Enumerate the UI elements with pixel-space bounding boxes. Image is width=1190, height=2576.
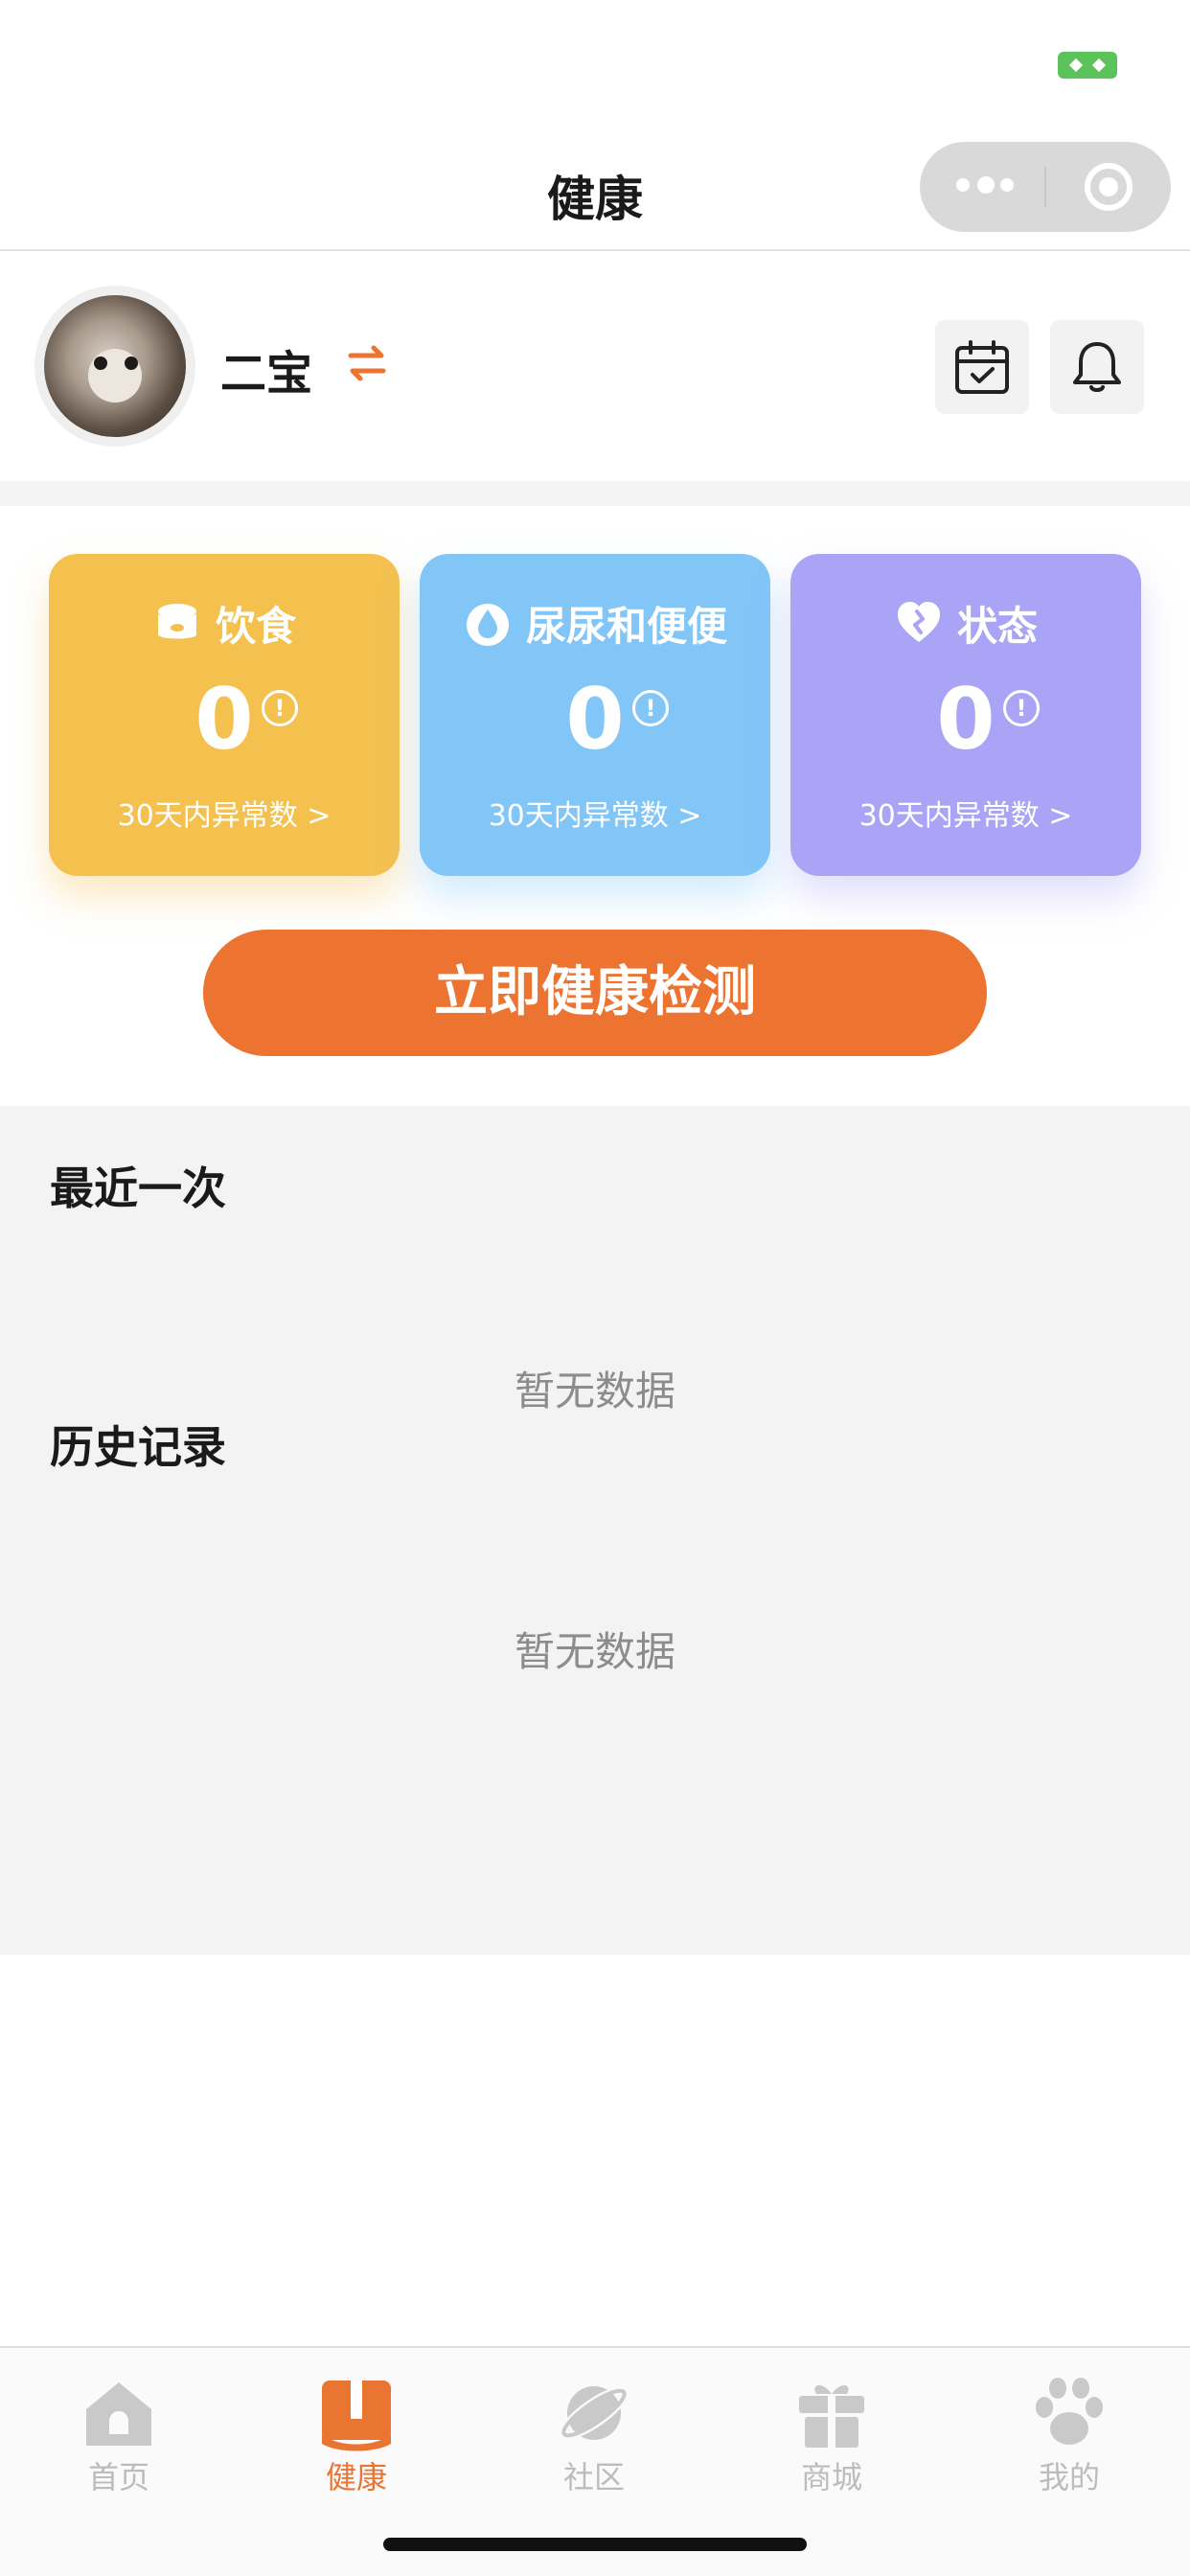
tab-mall-label: 商城 bbox=[800, 2459, 862, 2496]
diet-abnormal-count: 0 bbox=[195, 670, 254, 769]
calendar-check-icon bbox=[955, 340, 1009, 394]
health-book-icon bbox=[322, 2380, 391, 2451]
pet-photo bbox=[44, 295, 186, 437]
miniprogram-capsule bbox=[920, 142, 1171, 232]
tab-mall[interactable]: 商城 bbox=[713, 2375, 950, 2499]
pet-row: 二宝 bbox=[0, 251, 1190, 481]
history-title: 历史记录 bbox=[50, 1421, 226, 1473]
planet-icon bbox=[560, 2386, 629, 2440]
status-card[interactable]: 状态 0 ! 30天内异常数 > bbox=[790, 554, 1141, 876]
tab-health-label: 健康 bbox=[325, 2459, 387, 2496]
battery-icon bbox=[1058, 52, 1117, 79]
avatar[interactable] bbox=[34, 286, 195, 447]
section-divider bbox=[0, 481, 1190, 506]
water-drop-icon bbox=[466, 604, 509, 646]
recent-empty-text: 暂无数据 bbox=[514, 1368, 675, 1414]
info-icon[interactable]: ! bbox=[262, 690, 298, 726]
gift-icon bbox=[799, 2384, 864, 2448]
health-check-button[interactable]: 立即健康检测 bbox=[203, 930, 987, 1056]
pet-name: 二宝 bbox=[220, 347, 313, 401]
diet-card-title: 饮食 bbox=[215, 602, 296, 650]
excretion-card-title: 尿尿和便便 bbox=[525, 602, 727, 650]
tab-home[interactable]: 首页 bbox=[0, 2375, 238, 2499]
diet-card[interactable]: 饮食 0 ! 30天内异常数 > bbox=[49, 554, 400, 876]
tab-community[interactable]: 社区 bbox=[475, 2375, 713, 2499]
status-bar bbox=[0, 0, 1190, 125]
swap-pet-icon[interactable] bbox=[343, 339, 391, 387]
excretion-card[interactable]: 尿尿和便便 0 ! 30天内异常数 > bbox=[420, 554, 770, 876]
info-icon[interactable]: ! bbox=[1003, 690, 1040, 726]
capsule-divider bbox=[1044, 167, 1046, 207]
status-card-link[interactable]: 30天内异常数 > bbox=[790, 792, 1141, 834]
home-icon bbox=[86, 2382, 151, 2446]
paw-icon bbox=[1036, 2378, 1103, 2445]
food-bowl-icon bbox=[157, 604, 196, 639]
excretion-abnormal-count: 0 bbox=[565, 670, 625, 769]
close-miniprogram-icon[interactable] bbox=[1085, 163, 1133, 211]
heart-icon bbox=[897, 602, 940, 642]
history-empty-text: 暂无数据 bbox=[514, 1628, 675, 1675]
excretion-card-link[interactable]: 30天内异常数 > bbox=[420, 792, 770, 834]
records-section: 最近一次 暂无数据 历史记录 暂无数据 bbox=[0, 1106, 1190, 1955]
calendar-button[interactable] bbox=[935, 320, 1029, 414]
info-icon[interactable]: ! bbox=[632, 690, 669, 726]
notification-button[interactable] bbox=[1050, 320, 1144, 414]
tab-health[interactable]: 健康 bbox=[238, 2375, 475, 2499]
status-card-title: 状态 bbox=[956, 602, 1038, 650]
status-abnormal-count: 0 bbox=[936, 670, 995, 769]
tab-mine-label: 我的 bbox=[1038, 2459, 1100, 2496]
tab-community-label: 社区 bbox=[562, 2459, 625, 2496]
tab-mine[interactable]: 我的 bbox=[950, 2375, 1188, 2499]
tab-home-label: 首页 bbox=[87, 2459, 149, 2496]
bell-icon bbox=[1073, 342, 1121, 392]
diet-card-link[interactable]: 30天内异常数 > bbox=[49, 792, 400, 834]
more-menu-icon[interactable] bbox=[956, 176, 1014, 196]
recent-title: 最近一次 bbox=[50, 1162, 226, 1214]
nav-header: 健康 bbox=[0, 125, 1190, 251]
home-indicator bbox=[383, 2538, 807, 2551]
